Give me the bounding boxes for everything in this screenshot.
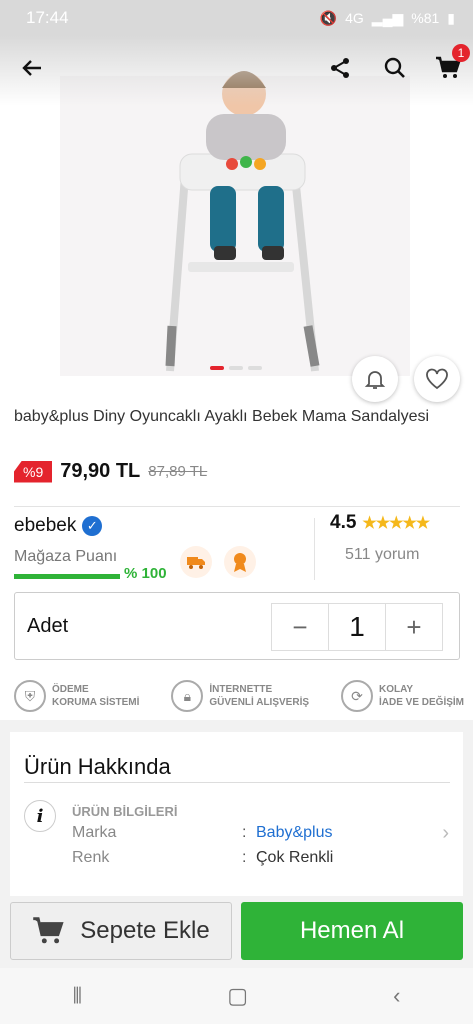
quantity-stepper: − 1 + xyxy=(271,603,443,651)
store-score-fill xyxy=(14,574,120,579)
review-count-link[interactable]: 511 yorum xyxy=(345,546,419,564)
bottom-action-bar: Sepete Ekle Hemen Al xyxy=(0,896,473,968)
chevron-right-icon[interactable]: › xyxy=(442,822,449,845)
store-score-value: % 100 xyxy=(124,565,167,582)
star-rating-icon: ★★★★★ xyxy=(362,515,430,532)
search-icon xyxy=(384,57,405,78)
refresh-icon: ⟳ xyxy=(340,680,373,712)
lock-icon: 🔒︎ xyxy=(171,680,204,712)
divider xyxy=(24,782,450,783)
carousel-dot xyxy=(248,366,262,370)
shield-icon: ⛨ xyxy=(14,680,46,712)
bell-icon xyxy=(364,371,386,389)
store-score-bar xyxy=(14,574,120,579)
trust-item-return: ⟳ KOLAY İADE VE DEĞİŞİM xyxy=(340,680,464,712)
search-button[interactable] xyxy=(377,50,413,86)
trust-item-payment: ⛨ ÖDEME KORUMA SİSTEMİ xyxy=(14,680,139,712)
increase-button[interactable]: + xyxy=(386,604,442,650)
info-separator: : xyxy=(242,849,247,866)
system-nav-bar: ⦀ ▢ ‹ xyxy=(0,968,473,1024)
favorite-button[interactable] xyxy=(414,356,460,402)
info-key: Marka xyxy=(72,824,117,841)
trust-item-secure: 🔒︎ İNTERNETTE GÜVENLİ ALIŞVERİŞ xyxy=(171,680,309,712)
carousel-indicator xyxy=(210,366,262,370)
status-icons: 🔇 4G ▂▄▆ %81 ▮ xyxy=(320,10,455,27)
price-row: %9 79,90 TL 87,89 TL xyxy=(14,460,207,483)
rating-value: 4.5 xyxy=(330,512,357,533)
notify-button[interactable] xyxy=(352,356,398,402)
trust-line1: ÖDEME xyxy=(52,684,89,695)
verified-icon: ✓ xyxy=(82,516,103,536)
info-icon: i xyxy=(24,800,56,832)
back-nav-icon[interactable]: ‹ xyxy=(393,983,400,1009)
rating-summary[interactable]: 4.5 ★★★★★ xyxy=(330,512,430,534)
home-icon[interactable]: ▢ xyxy=(227,983,248,1009)
back-arrow-icon xyxy=(22,60,41,76)
info-value: Çok Renkli xyxy=(256,849,334,866)
trust-line1: KOLAY xyxy=(378,684,414,695)
cart-icon xyxy=(33,917,64,944)
seller-name: ebebek xyxy=(14,515,77,536)
buy-now-button[interactable]: Hemen Al xyxy=(241,902,463,960)
trust-line2: GÜVENLİ ALIŞVERİŞ xyxy=(209,697,310,708)
network-label: 4G xyxy=(345,10,364,26)
product-title: baby&plus Diny Oyuncaklı Ayaklı Bebek Ma… xyxy=(14,408,430,425)
cart-count-badge: 1 xyxy=(452,44,470,62)
share-icon xyxy=(331,58,349,78)
award-icon[interactable] xyxy=(224,546,256,578)
trust-line2: KORUMA SİSTEMİ xyxy=(52,697,140,708)
quantity-label: Adet xyxy=(27,615,69,637)
quantity-box: Adet − 1 + xyxy=(14,592,460,660)
product-image-carousel[interactable]: 1 xyxy=(0,36,473,402)
info-separator: : xyxy=(242,824,247,841)
carousel-dot xyxy=(229,366,243,370)
add-to-cart-button[interactable]: Sepete Ekle xyxy=(10,902,232,960)
info-row-color: Renk : Çok Renkli xyxy=(72,849,333,867)
status-bar: 17:44 🔇 4G ▂▄▆ %81 ▮ xyxy=(0,0,473,36)
store-score-label: Mağaza Puanı xyxy=(14,548,118,565)
about-title: Ürün Hakkında xyxy=(24,754,171,779)
mute-icon: 🔇 xyxy=(319,9,338,26)
old-price: 87,89 TL xyxy=(148,463,208,480)
info-header: ÜRÜN BİLGİLERİ xyxy=(72,804,178,819)
back-button[interactable] xyxy=(14,50,50,86)
recent-apps-icon[interactable]: ⦀ xyxy=(73,983,83,1009)
status-time: 17:44 xyxy=(26,8,69,27)
price: 79,90 TL xyxy=(60,460,141,482)
discount-badge: %9 xyxy=(14,460,53,483)
fast-delivery-icon[interactable] xyxy=(180,546,212,578)
cart-button[interactable]: 1 xyxy=(430,44,470,86)
carousel-dot xyxy=(210,366,224,370)
product-about-card: Ürün Hakkında i ÜRÜN BİLGİLERİ Marka : B… xyxy=(10,732,463,896)
heart-icon xyxy=(426,368,448,390)
info-key: Renk xyxy=(72,849,110,866)
brand-link[interactable]: Baby&plus xyxy=(256,824,333,842)
trust-line2: İADE VE DEĞİŞİM xyxy=(378,697,464,708)
info-row-brand[interactable]: Marka : Baby&plus xyxy=(72,824,333,842)
quantity-value[interactable]: 1 xyxy=(328,604,386,650)
seller-name-link[interactable]: ebebek ✓ xyxy=(14,515,103,537)
trust-badges: ⛨ ÖDEME KORUMA SİSTEMİ 🔒︎ İNTERNETTE GÜVEN… xyxy=(14,680,464,712)
battery-icon: ▮ xyxy=(447,9,455,26)
trust-line1: İNTERNETTE xyxy=(209,684,273,695)
divider xyxy=(14,506,460,507)
battery-label: %81 xyxy=(411,10,440,26)
add-to-cart-label: Sepete Ekle xyxy=(80,917,210,944)
signal-icon: ▂▄▆ xyxy=(371,9,404,26)
vertical-divider xyxy=(314,518,315,580)
share-button[interactable] xyxy=(322,50,358,86)
decrease-button[interactable]: − xyxy=(272,604,328,650)
